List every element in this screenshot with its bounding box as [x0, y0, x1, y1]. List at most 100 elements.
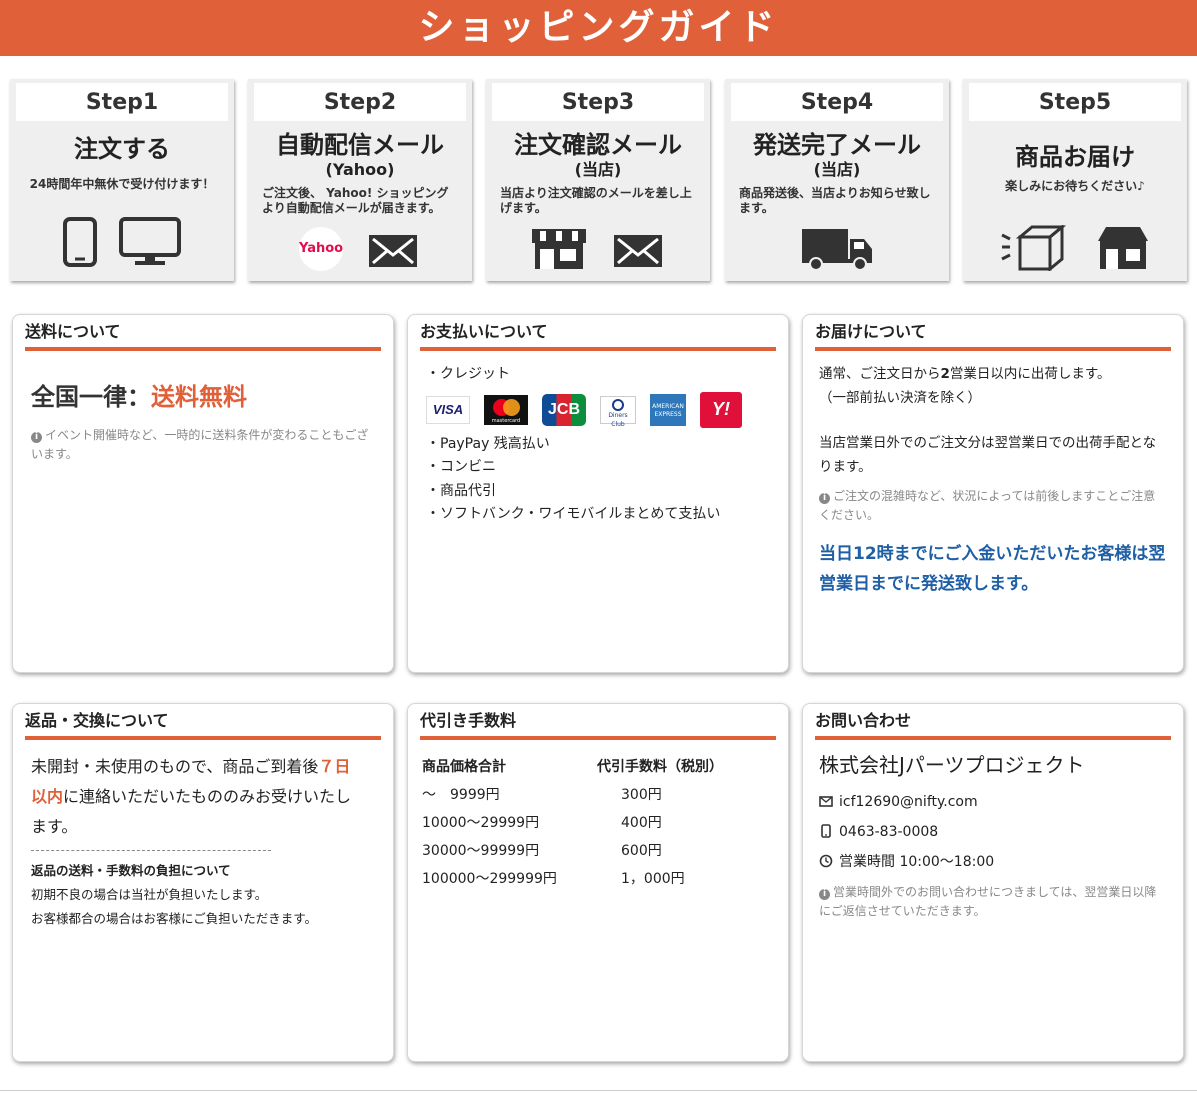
delivery-line1-post: 営業日以内に出荷します。	[949, 366, 1111, 382]
delivery-line3: 当店営業日外でのご注文分は翌営業日での出荷手配となります。	[819, 435, 1157, 475]
shipping-card: 送料について 全国一律：送料無料 i イベント開催時など、一時的に送料条件が変わる…	[12, 314, 394, 673]
table-header-row: 商品価格合計 代引手数料（税別）	[422, 752, 774, 780]
contact-note: 営業時間外でのお問い合わせにつきましては、翌営業日以降にご返信させていただきます…	[819, 885, 1157, 918]
step-number: Step5	[969, 83, 1181, 121]
step-5-card: Step5 商品お届け 楽しみにお待ちください♪	[963, 79, 1187, 281]
step-description: 24時間年中無休で受け付けます！	[29, 177, 215, 191]
contact-hours: 営業時間 10:00〜18:00	[839, 854, 995, 870]
info-icon: i	[31, 432, 42, 443]
table-row: 〜 9999円 300円	[422, 780, 774, 808]
mail-icon	[614, 235, 662, 267]
price-range: 100000〜299999円	[422, 871, 557, 887]
step-number: Step2	[254, 83, 466, 121]
step-title: 発送完了メール	[753, 131, 921, 159]
truck-icon	[802, 229, 872, 271]
cod-fee-card: 代引き手数料 商品価格合計 代引手数料（税別） 〜 9999円 300円 100…	[407, 703, 789, 1062]
jcb-logo: JCB	[542, 393, 586, 426]
mail-icon	[819, 796, 833, 807]
info-icon: i	[819, 493, 830, 504]
table-row: 30000〜99999円 600円	[422, 836, 774, 864]
phone-icon	[821, 824, 831, 838]
info-icon: i	[819, 889, 830, 900]
returns-subtitle: 返品の送料・手数料の負担について	[31, 863, 231, 878]
house-icon	[1098, 227, 1148, 269]
step-3-card: Step3 注文確認メール (当店) 当店より注文確認のメールを差し上げます。	[486, 79, 710, 281]
card-title: お問い合わせ	[815, 710, 1171, 740]
step-2-card: Step2 自動配信メール (Yahoo) ご注文後、 Yahoo! ショッピン…	[248, 79, 472, 281]
step-number: Step1	[16, 83, 228, 121]
delivery-highlight: 当日12時までにご入金いただいたお客様は翌営業日までに発送致します。	[819, 544, 1166, 594]
visa-logo: VISA	[426, 395, 470, 424]
column-header: 代引手数料（税別）	[597, 759, 723, 775]
footer-divider	[0, 1090, 1197, 1091]
step-description: 楽しみにお待ちください♪	[1005, 179, 1145, 193]
package-icon	[1001, 225, 1066, 271]
card-title: お届けについて	[815, 321, 1171, 351]
payment-method-item: ・コンビニ	[426, 459, 496, 475]
mail-icon	[369, 235, 417, 267]
delivery-line1-pre: 通常、ご注文日から	[819, 366, 941, 382]
delivery-line2: （一部前払い決済を除く）	[819, 389, 981, 406]
contact-phone: 0463-83-0008	[839, 824, 939, 840]
table-row: 100000〜299999円 1，000円	[422, 864, 774, 892]
delivery-card: お届けについて 通常、ご注文日から2営業日以内に出荷します。 （一部前払い決済を…	[802, 314, 1184, 673]
fee: 400円	[621, 815, 662, 831]
card-title: 代引き手数料	[420, 710, 776, 740]
delivery-days: 2	[940, 366, 950, 382]
payment-card: お支払いについて ・クレジット VISA mastercard JCB Dine…	[407, 314, 789, 673]
step-subtitle: (当店)	[813, 160, 861, 179]
returns-sub-line: お客様都合の場合はお客様にご負担いただきます。	[31, 911, 318, 926]
card-title: 送料について	[25, 321, 381, 351]
step-description: ご注文後、 Yahoo! ショッピングより自動配信メールが届きます。	[262, 186, 449, 215]
fee: 600円	[621, 843, 662, 859]
step-title: 商品お届け	[1015, 143, 1135, 171]
delivery-note: ご注文の混雑時など、状況によっては前後しますことご注意ください。	[819, 489, 1156, 522]
step-number: Step4	[731, 83, 943, 121]
smartphone-icon	[63, 217, 97, 267]
free-shipping-text: 送料無料	[151, 383, 247, 411]
fee: 1，000円	[621, 871, 685, 887]
diners-club-logo: Diners Club	[600, 395, 636, 428]
shipping-note: イベント開催時など、一時的に送料条件が変わることもございます。	[31, 428, 369, 461]
card-title: 返品・交換について	[25, 710, 381, 740]
shipping-headline: 全国一律：	[31, 383, 151, 411]
returns-sub-line: 初期不良の場合は当社が負担いたします。	[31, 887, 268, 902]
step-description: 商品発送後、当店よりお知らせ致します。	[739, 186, 931, 215]
fee: 300円	[621, 787, 662, 803]
payment-method-item: ・商品代引	[426, 482, 496, 499]
contact-email[interactable]: icf12690@nifty.com	[839, 794, 978, 810]
card-title: お支払いについて	[420, 321, 776, 351]
mastercard-logo: mastercard	[484, 394, 528, 425]
step-description: 当店より注文確認のメールを差し上げます。	[500, 186, 692, 215]
yahoo-card-logo: Y!	[700, 391, 742, 428]
store-icon	[532, 229, 586, 269]
cod-fee-table: 商品価格合計 代引手数料（税別） 〜 9999円 300円 10000〜2999…	[422, 752, 774, 892]
step-title: 自動配信メール	[276, 131, 444, 159]
price-range: 10000〜29999円	[422, 815, 540, 831]
returns-text-pre: 未開封・未使用のもので、商品ご到着後	[31, 757, 319, 776]
payment-method-item: ・ソフトバンク・ワイモバイルまとめて支払い	[426, 506, 721, 522]
contact-card: お問い合わせ 株式会社Jパーツプロジェクト icf12690@nifty.com…	[802, 703, 1184, 1062]
divider	[31, 850, 271, 851]
step-number: Step3	[492, 83, 704, 121]
credit-label: ・クレジット	[426, 366, 510, 382]
monitor-icon	[119, 217, 181, 265]
payment-method-item: ・PayPay 残高払い	[426, 435, 550, 452]
column-header: 商品価格合計	[422, 759, 506, 775]
step-1-card: Step1 注文する 24時間年中無休で受け付けます！	[10, 79, 234, 281]
clock-icon	[819, 854, 833, 868]
returns-card: 返品・交換について 未開封・未使用のもので、商品ご到着後７日以内に連絡いただいた…	[12, 703, 394, 1062]
step-4-card: Step4 発送完了メール (当店) 商品発送後、当店よりお知らせ致します。	[725, 79, 949, 281]
step-subtitle: (当店)	[574, 160, 622, 179]
page-title: ショッピングガイド	[0, 0, 1197, 56]
price-range: 〜 9999円	[422, 787, 500, 803]
company-name: 株式会社Jパーツプロジェクト	[819, 753, 1085, 777]
step-title: 注文確認メール	[514, 131, 682, 159]
returns-text-post: に連絡いただいたもののみお受けいたします。	[31, 787, 352, 836]
step-subtitle: (Yahoo)	[325, 160, 395, 179]
amex-logo: AMERICAN EXPRESS	[650, 393, 686, 426]
yahoo-logo: Yahoo	[299, 227, 343, 271]
price-range: 30000〜99999円	[422, 843, 540, 859]
step-title: 注文する	[74, 135, 170, 163]
table-row: 10000〜29999円 400円	[422, 808, 774, 836]
